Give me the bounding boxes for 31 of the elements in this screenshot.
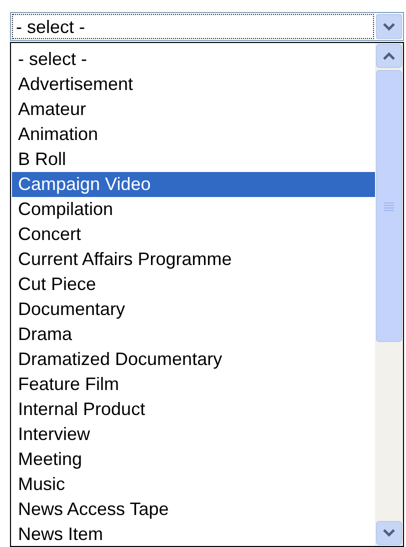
dropdown-option[interactable]: News Access Tape [12, 497, 375, 522]
chevron-up-icon [383, 52, 395, 60]
dropdown-value: - select - [12, 14, 374, 39]
dropdown-option[interactable]: Cut Piece [12, 272, 375, 297]
dropdown-option[interactable]: Current Affairs Programme [12, 247, 375, 272]
dropdown-option[interactable]: Compilation [12, 197, 375, 222]
dropdown-field[interactable]: - select - [10, 12, 404, 41]
dropdown-option[interactable]: News Item [12, 522, 375, 547]
dropdown-option[interactable]: Concert [12, 222, 375, 247]
dropdown-option[interactable]: Animation [12, 122, 375, 147]
dropdown-option[interactable]: - select - [12, 47, 375, 72]
dropdown-option[interactable]: Internal Product [12, 397, 375, 422]
chevron-down-icon [383, 22, 395, 30]
dropdown-option[interactable]: Documentary [12, 297, 375, 322]
dropdown-option[interactable]: Music [12, 472, 375, 497]
dropdown-option[interactable]: Drama [12, 322, 375, 347]
chevron-down-icon [383, 529, 395, 537]
dropdown-option[interactable]: Amateur [12, 97, 375, 122]
dropdown-option[interactable]: B Roll [12, 147, 375, 172]
scroll-down-button[interactable] [376, 521, 402, 545]
dropdown-option[interactable]: Advertisement [12, 72, 375, 97]
scroll-up-button[interactable] [376, 44, 402, 68]
dropdown-option[interactable]: Feature Film [12, 372, 375, 397]
scroll-thumb[interactable] [376, 70, 402, 342]
grip-icon [384, 202, 394, 210]
scrollbar[interactable] [375, 43, 403, 546]
dropdown-button[interactable] [376, 14, 402, 39]
dropdown-option[interactable]: Meeting [12, 447, 375, 472]
dropdown-option[interactable]: Dramatized Documentary [12, 347, 375, 372]
dropdown-option[interactable]: Interview [12, 422, 375, 447]
dropdown-option[interactable]: Campaign Video [12, 172, 375, 197]
